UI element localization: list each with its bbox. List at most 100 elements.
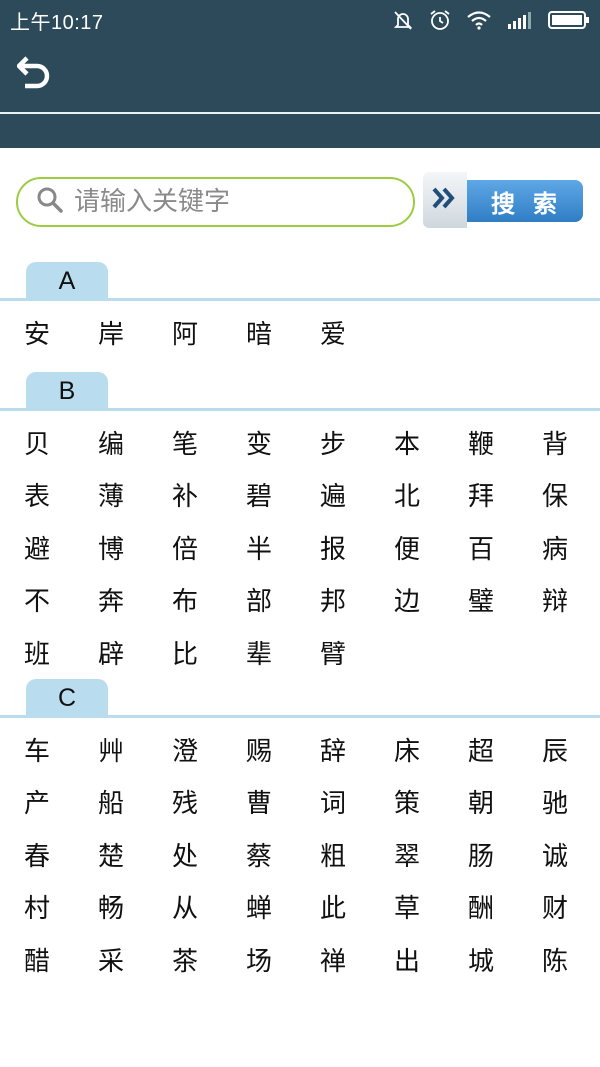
signal-icon: [506, 10, 534, 30]
char-item[interactable]: 百: [466, 521, 540, 574]
char-item[interactable]: 从: [170, 881, 244, 934]
char-item[interactable]: 辰: [540, 723, 600, 776]
char-item[interactable]: 此: [318, 881, 392, 934]
char-item[interactable]: 船: [96, 776, 170, 829]
char-item[interactable]: 岸: [96, 306, 170, 359]
char-item[interactable]: 爱: [318, 306, 392, 359]
char-item[interactable]: 背: [540, 416, 600, 469]
char-item[interactable]: 超: [466, 723, 540, 776]
search-field[interactable]: [16, 177, 415, 227]
char-item[interactable]: 半: [244, 521, 318, 574]
search-input[interactable]: [74, 187, 374, 217]
char-item[interactable]: 床: [392, 723, 466, 776]
char-item[interactable]: 禅: [318, 933, 392, 986]
char-item[interactable]: 艸: [96, 723, 170, 776]
char-item[interactable]: 蔡: [244, 828, 318, 881]
app-header: [0, 40, 600, 148]
char-item[interactable]: 馋: [22, 986, 96, 1000]
char-item[interactable]: 边: [392, 574, 466, 627]
section-divider: [0, 298, 600, 301]
char-item[interactable]: 差: [392, 986, 466, 1000]
char-item[interactable]: 出: [392, 933, 466, 986]
char-item[interactable]: 避: [22, 521, 96, 574]
char-item[interactable]: 便: [392, 521, 466, 574]
char-item[interactable]: 澄: [170, 723, 244, 776]
char-item[interactable]: 场: [244, 933, 318, 986]
char-item[interactable]: 保: [540, 469, 600, 522]
char-item[interactable]: 赐: [244, 723, 318, 776]
char-item[interactable]: 草: [392, 881, 466, 934]
char-item[interactable]: 诚: [540, 828, 600, 881]
char-item[interactable]: 病: [540, 521, 600, 574]
char-item[interactable]: 朝: [466, 776, 540, 829]
char-item[interactable]: 畅: [96, 881, 170, 934]
char-item[interactable]: 编: [96, 416, 170, 469]
char-item[interactable]: 臂: [318, 626, 392, 679]
search-button[interactable]: 搜索: [423, 172, 585, 228]
char-item[interactable]: 残: [170, 776, 244, 829]
char-item[interactable]: 班: [22, 626, 96, 679]
char-item[interactable]: 肠: [466, 828, 540, 881]
char-item[interactable]: 部: [244, 574, 318, 627]
char-item[interactable]: 薄: [96, 469, 170, 522]
char-item[interactable]: 拜: [466, 469, 540, 522]
char-item[interactable]: 报: [318, 521, 392, 574]
char-item[interactable]: 倍: [170, 521, 244, 574]
char-item[interactable]: 车: [22, 723, 96, 776]
char-item[interactable]: 笔: [170, 416, 244, 469]
char-item[interactable]: 村: [22, 881, 96, 934]
char-item[interactable]: 词: [540, 986, 600, 1000]
char-item[interactable]: 采: [96, 933, 170, 986]
char-item[interactable]: 布: [170, 574, 244, 627]
char-item[interactable]: 辞: [318, 723, 392, 776]
char-item[interactable]: 财: [540, 881, 600, 934]
char-item[interactable]: 安: [22, 306, 96, 359]
char-item[interactable]: 粗: [318, 828, 392, 881]
char-item[interactable]: 茶: [170, 933, 244, 986]
char-item[interactable]: 楚: [96, 828, 170, 881]
char-item[interactable]: 驰: [540, 776, 600, 829]
char-item[interactable]: 曹: [244, 776, 318, 829]
char-item[interactable]: 陈: [540, 933, 600, 986]
char-item[interactable]: 步: [318, 416, 392, 469]
char-item[interactable]: 城: [466, 933, 540, 986]
char-item[interactable]: 北: [392, 469, 466, 522]
char-item[interactable]: 邦: [318, 574, 392, 627]
char-item[interactable]: 表: [22, 469, 96, 522]
char-item[interactable]: 密: [466, 986, 540, 1000]
back-button[interactable]: [14, 54, 54, 94]
char-item[interactable]: 变: [244, 416, 318, 469]
char-item[interactable]: 钞: [96, 986, 170, 1000]
char-item[interactable]: 忌: [170, 986, 244, 1000]
char-item[interactable]: 补: [170, 469, 244, 522]
char-item[interactable]: 遍: [318, 469, 392, 522]
char-item[interactable]: 碧: [244, 469, 318, 522]
char-item[interactable]: 暗: [244, 306, 318, 359]
char-item[interactable]: 阿: [170, 306, 244, 359]
char-item[interactable]: 辈: [244, 626, 318, 679]
char-item[interactable]: 鞭: [466, 416, 540, 469]
char-item[interactable]: 酬: [466, 881, 540, 934]
char-item[interactable]: 璧: [466, 574, 540, 627]
char-item[interactable]: 辟: [96, 626, 170, 679]
char-item[interactable]: 本: [392, 416, 466, 469]
search-icon: [36, 186, 64, 218]
char-item[interactable]: 策: [392, 776, 466, 829]
char-item[interactable]: 产: [22, 776, 96, 829]
char-item[interactable]: 词: [318, 776, 392, 829]
char-item[interactable]: 辩: [540, 574, 600, 627]
char-item[interactable]: 处: [170, 828, 244, 881]
char-item[interactable]: 戒: [244, 986, 318, 1000]
char-item[interactable]: 醋: [22, 933, 96, 986]
char-item[interactable]: 奔: [96, 574, 170, 627]
char-item[interactable]: 比: [170, 626, 244, 679]
char-item[interactable]: 翠: [392, 828, 466, 881]
wifi-icon: [466, 10, 492, 30]
char-item[interactable]: 蝉: [244, 881, 318, 934]
char-item[interactable]: 博: [96, 521, 170, 574]
char-item[interactable]: 春: [22, 828, 96, 881]
section-letter: B: [26, 372, 108, 410]
char-item[interactable]: 贝: [22, 416, 96, 469]
char-item[interactable]: 蓝: [318, 986, 392, 1000]
char-item[interactable]: 不: [22, 574, 96, 627]
